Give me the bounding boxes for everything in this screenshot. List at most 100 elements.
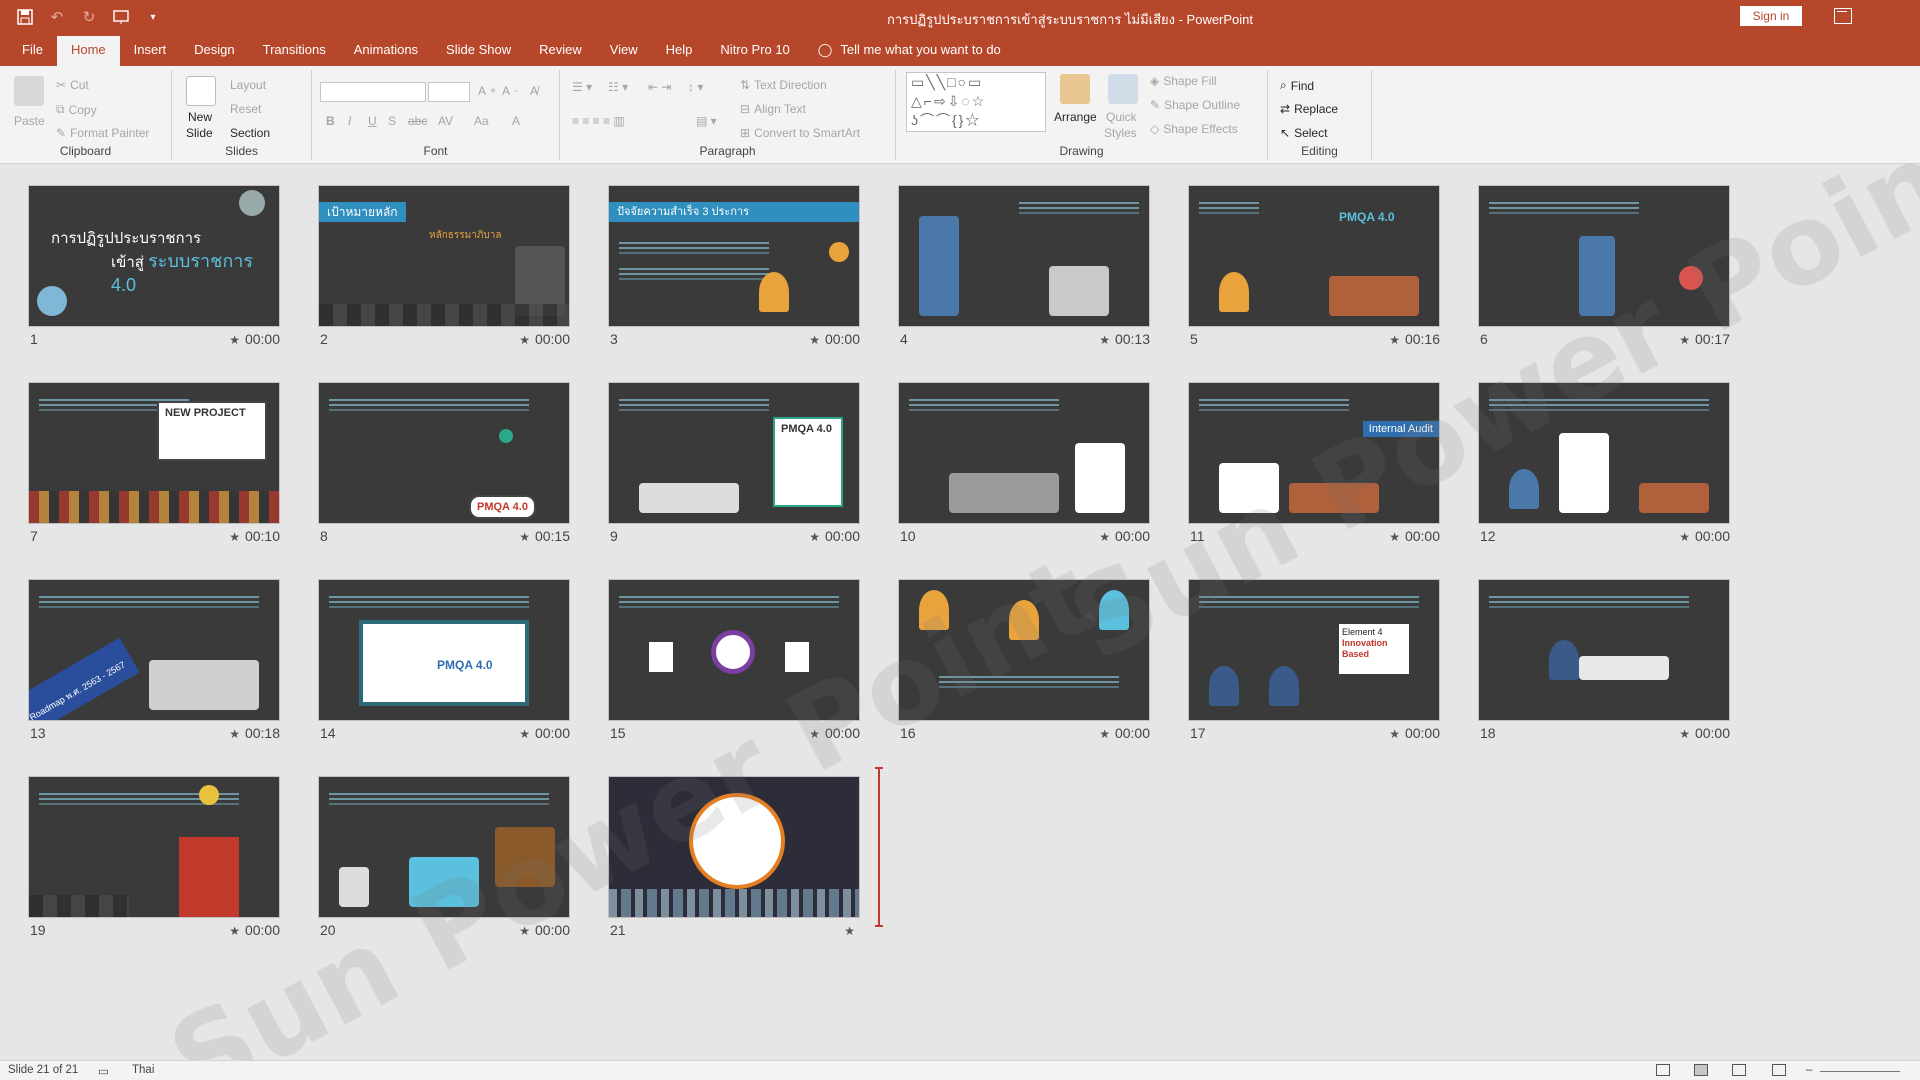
tab-home[interactable]: Home [56,36,120,66]
font-size-select[interactable] [428,82,470,102]
slide-time: 00:00 [244,922,280,938]
spellcheck-icon[interactable]: ▭ [98,1064,109,1078]
city-skyline-art [609,889,859,917]
section-button[interactable]: Section [230,126,270,140]
reset-button[interactable]: Reset [230,102,261,116]
slide-thumbnail[interactable]: 10 ★ 00:00 [898,382,1150,550]
language-indicator[interactable]: Thai [132,1064,154,1076]
slide-thumbnail[interactable]: 21 ★ [608,776,860,944]
slide-thumbnail[interactable]: ปัจจัยความสำเร็จ 3 ประการ 3 ★ 00:00 [608,185,860,353]
slide-thumbnail[interactable]: 16 ★ 00:00 [898,579,1150,747]
bullets-icon[interactable]: ☰ ▾ [572,80,592,94]
slide-thumbnail[interactable]: 18 ★ 00:00 [1478,579,1730,747]
slide-time: 00:00 [824,725,860,741]
figure-art [759,272,789,312]
brush-icon: ✎ [56,126,67,140]
copy-button[interactable]: ⧉ Copy [56,102,97,117]
tab-nitro-pro[interactable]: Nitro Pro 10 [706,36,803,66]
increase-font-icon[interactable]: A + [478,84,496,98]
slide-preview [608,579,860,721]
tab-view[interactable]: View [596,36,652,66]
slide-thumbnail[interactable]: 12 ★ 00:00 [1478,382,1730,550]
sign-in-button[interactable]: Sign in [1740,6,1802,26]
italic-button[interactable]: I [348,114,351,128]
format-painter-button[interactable]: ✎ Format Painter [56,126,149,140]
select-button[interactable]: ↖ Select [1280,126,1327,140]
magnifier-art [711,630,755,674]
zoom-out-icon[interactable]: – [1806,1064,1812,1076]
new-slide-label-2[interactable]: Slide [186,126,213,140]
slide-text-lines [1019,202,1139,204]
slide-thumbnail[interactable]: Internal Audit 11 ★ 00:00 [1188,382,1440,550]
character-spacing-button[interactable]: AV [438,114,453,128]
slide-thumbnail[interactable]: Roadmap พ.ศ. 2563 - 2567 13 ★ 00:18 [28,579,280,747]
slide-thumbnail[interactable]: PMQA 4.0 5 ★ 00:16 [1188,185,1440,353]
cut-button[interactable]: ✂ Cut [56,78,89,92]
ribbon-display-options-icon[interactable] [1834,8,1852,24]
slide-timing: ★ 00:00 [519,922,570,938]
slide-thumbnail[interactable]: 15 ★ 00:00 [608,579,860,747]
shadow-button[interactable]: S [388,114,396,128]
slide-thumbnail[interactable]: 6 ★ 00:17 [1478,185,1730,353]
slide-thumbnail[interactable]: 19 ★ 00:00 [28,776,280,944]
slide-show-view-icon[interactable] [1772,1064,1786,1076]
tab-review[interactable]: Review [525,36,596,66]
alignment-icons[interactable]: ≡ ≡ ≡ ≡ ▥ [572,114,625,128]
replace-button[interactable]: ⇄ Replace [1280,102,1338,116]
slide-timing: ★ 00:17 [1679,331,1730,347]
underline-button[interactable]: U [368,114,377,128]
tab-transitions[interactable]: Transitions [249,36,340,66]
reading-view-icon[interactable] [1732,1064,1746,1076]
indent-icons[interactable]: ⇤ ⇥ [648,80,671,94]
paste-button[interactable]: Paste [14,114,45,128]
decrease-font-icon[interactable]: A- [502,84,517,98]
quick-styles-label-1[interactable]: Quick [1106,110,1137,124]
slide-thumbnail[interactable]: เป้าหมายหลัก หลักธรรมาภิบาล 2 ★ 00:00 [318,185,570,353]
clear-formatting-icon[interactable]: A̸ [530,84,538,98]
change-case-button[interactable]: Aa [474,114,489,128]
numbering-icon[interactable]: ☷ ▾ [608,80,628,94]
quick-styles-label-2[interactable]: Styles [1104,126,1137,140]
tab-animations[interactable]: Animations [340,36,432,66]
tab-file[interactable]: File [8,36,57,66]
slide-thumbnail[interactable]: PMQA 4.0 8 ★ 00:15 [318,382,570,550]
shapes-gallery[interactable]: ▭╲╲□○▭ △⌐⇨⇩◌☆ ʖ⌒⌒{}☆ [906,72,1046,132]
slide-thumbnail[interactable]: Element 4 Innovation Based 17 ★ 00:00 [1188,579,1440,747]
cursor-icon: ↖ [1280,126,1291,140]
board-line-2: Innovation [1342,638,1388,648]
slide-sorter-view-icon[interactable] [1694,1064,1708,1076]
slide-thumbnail[interactable]: การปฏิรูปประบราชการ เข้าสู่ ระบบราชการ 4… [28,185,280,353]
slide-thumbnail[interactable]: 20 ★ 00:00 [318,776,570,944]
tab-insert[interactable]: Insert [120,36,181,66]
convert-smartart-button[interactable]: ⊞ Convert to SmartArt [740,126,860,140]
font-color-button[interactable]: A [512,114,520,128]
font-family-select[interactable] [320,82,426,102]
tab-slide-show[interactable]: Slide Show [432,36,525,66]
bold-button[interactable]: B [326,114,335,128]
shape-effects-button[interactable]: ◇ Shape Effects [1150,122,1238,136]
slide-preview: การปฏิรูปประบราชการ เข้าสู่ ระบบราชการ 4… [28,185,280,327]
slide-time: 00:13 [1114,331,1150,347]
tab-design[interactable]: Design [180,36,248,66]
columns-icon[interactable]: ▤ ▾ [696,114,717,128]
shape-outline-button[interactable]: ✎ Shape Outline [1150,98,1240,112]
layout-button[interactable]: Layout [230,78,266,92]
arrange-button[interactable]: Arrange [1054,110,1097,124]
line-spacing-icon[interactable]: ↕ ▾ [688,80,703,94]
shape-fill-button[interactable]: ◈ Shape Fill [1150,74,1217,88]
find-button[interactable]: ⌕ Find [1280,78,1314,93]
strikethrough-button[interactable]: abc [408,114,427,128]
slide-thumbnail[interactable]: 4 ★ 00:13 [898,185,1150,353]
slide-thumbnail[interactable]: PMQA 4.0 9 ★ 00:00 [608,382,860,550]
new-slide-label-1[interactable]: New [188,110,212,124]
slide-text-lines [329,399,529,401]
normal-view-icon[interactable] [1656,1064,1670,1076]
tab-help[interactable]: Help [652,36,707,66]
zoom-slider[interactable] [1820,1071,1900,1072]
text-direction-button[interactable]: ⇅ Text Direction [740,78,827,92]
align-text-button[interactable]: ⊟ Align Text [740,102,806,116]
slide-thumbnail[interactable]: PMQA 4.0 14 ★ 00:00 [318,579,570,747]
tell-me-box[interactable]: ◯ Tell me what you want to do [804,36,1015,66]
slide-thumbnail[interactable]: NEW PROJECT 7 ★ 00:10 [28,382,280,550]
slide-text-lines [1199,399,1349,401]
